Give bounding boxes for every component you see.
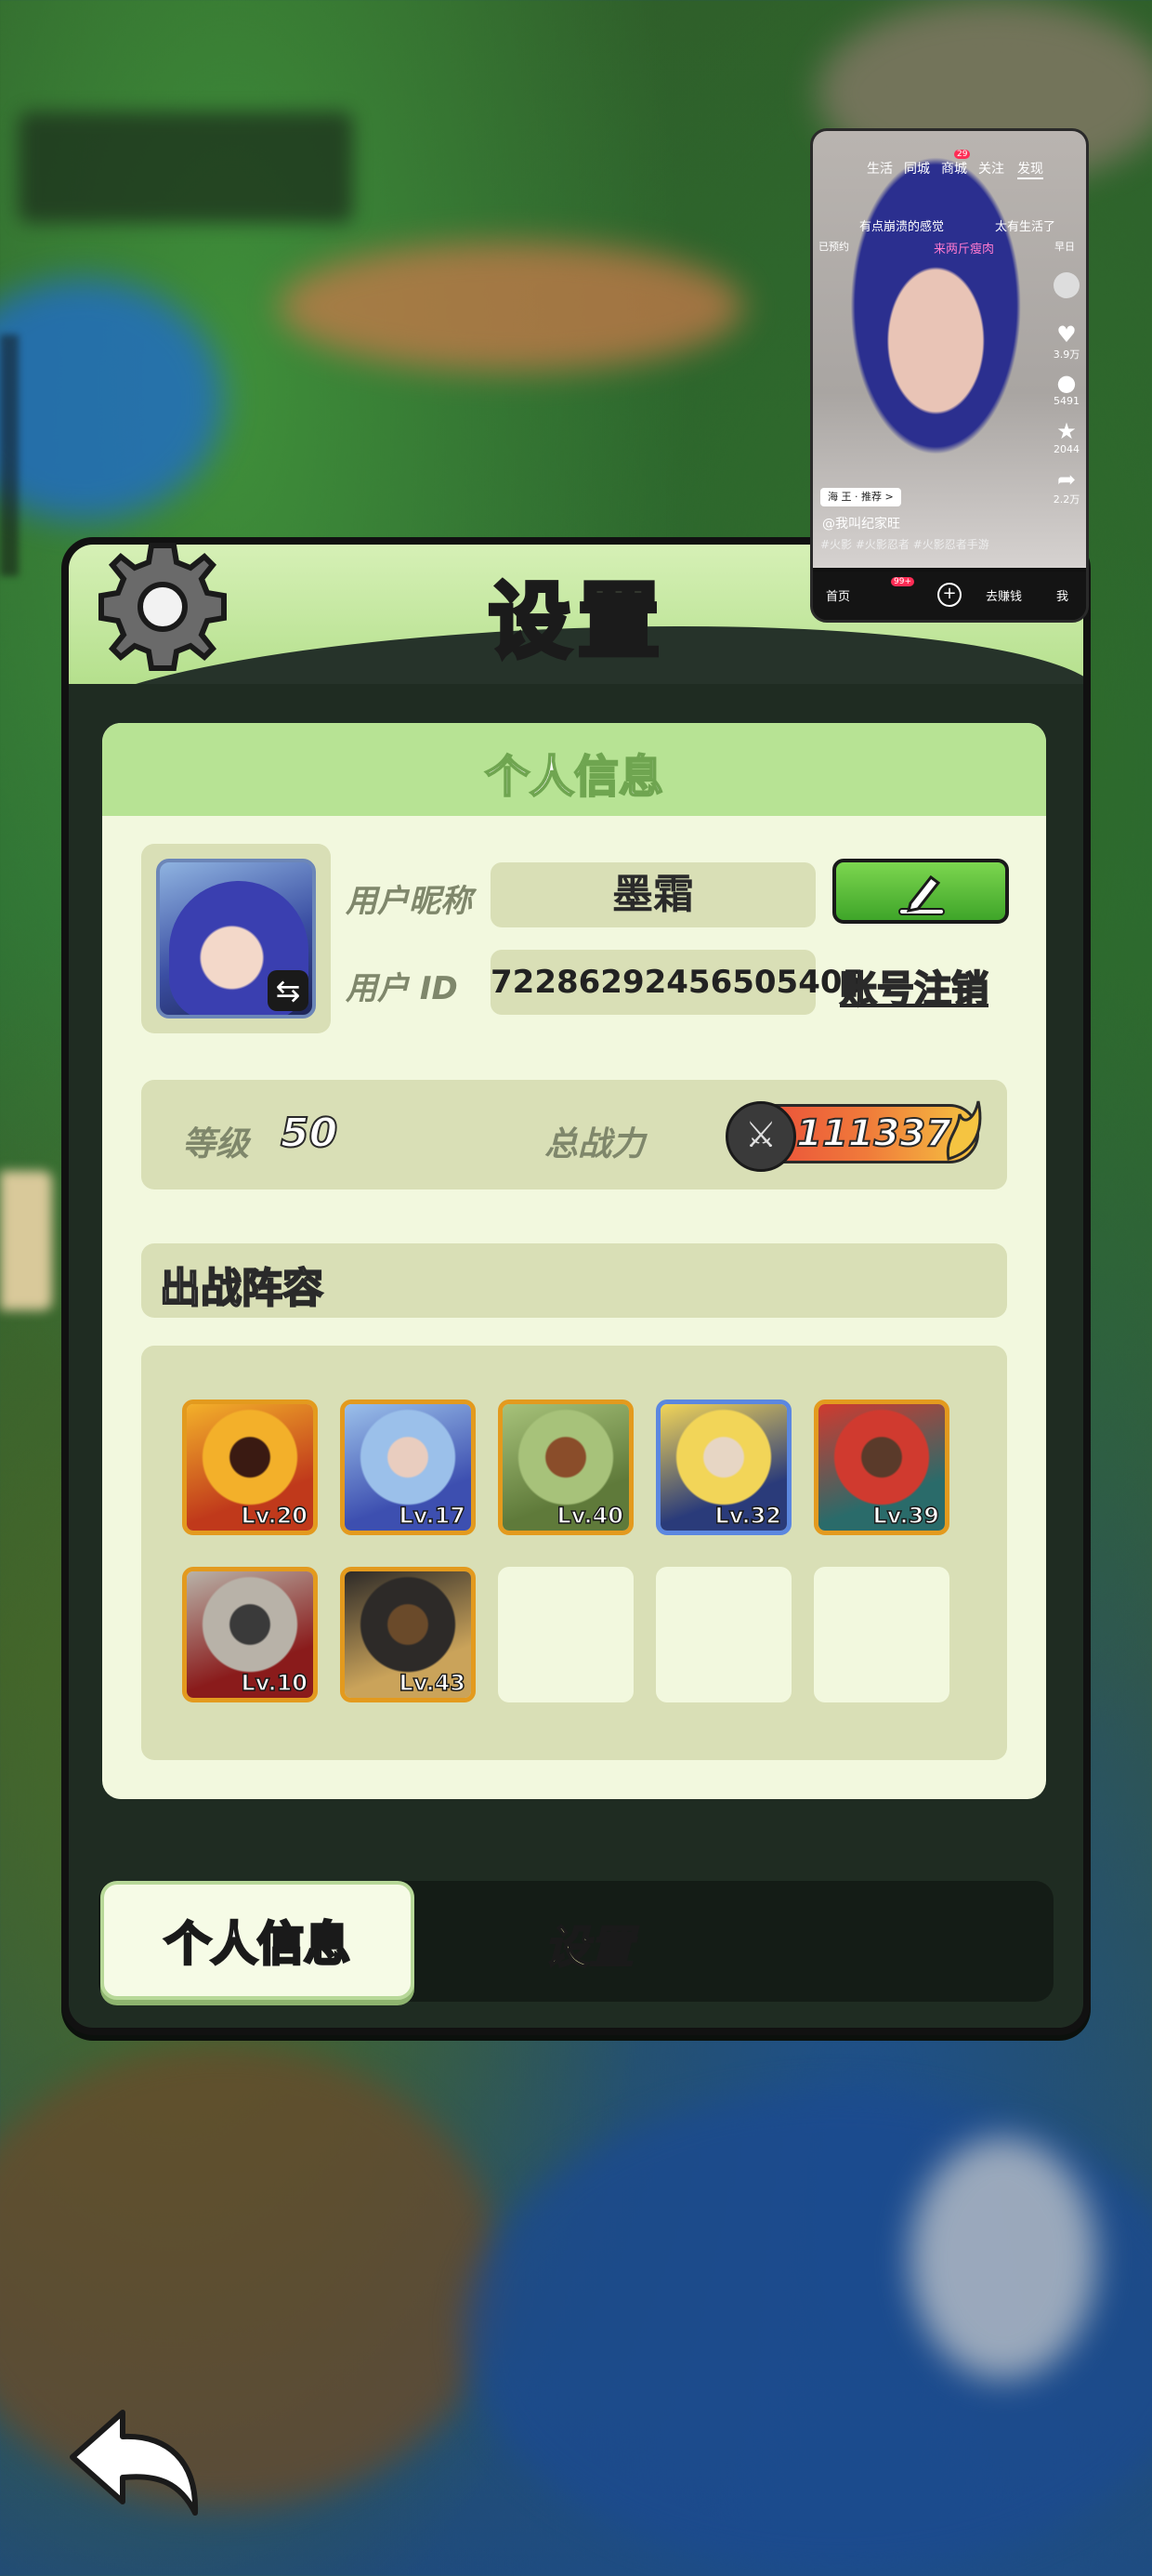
background-water [0,279,223,520]
avatar-box[interactable]: ⇆ [141,844,331,1033]
pip-hashtags[interactable]: #火影 #火影忍者 #火影忍者手游 [820,536,989,552]
pip-author-avatar[interactable] [1053,272,1080,298]
empty-hero-slot[interactable] [656,1567,792,1702]
hero-slot-6[interactable]: Lv.10 [182,1567,318,1702]
empty-hero-slot[interactable] [814,1567,949,1702]
hero-level: Lv.17 [399,1502,466,1530]
hero-level: Lv.43 [399,1669,466,1697]
star-icon: ★ [1056,418,1077,444]
hero-slot-2[interactable]: Lv.17 [340,1400,476,1535]
tab-profile-label: 个人信息 [164,1916,352,1973]
hero-slot-7[interactable]: Lv.43 [340,1567,476,1702]
pip-video-overlay[interactable]: 生活 同城 商城 关注 发现 29 有点崩溃的感觉 太有生活了 已预约 来两斤瘦肉 早日 … [810,128,1089,623]
lineup-title: 出战阵容 [159,1264,324,1313]
pip-caption-right-2: 早日 [1054,241,1075,253]
tab-profile[interactable]: 个人信息 [100,1881,414,2000]
hero-level: Lv.32 [714,1502,782,1530]
avatar[interactable]: ⇆ [156,859,316,1019]
tab-settings[interactable]: 设置 [543,1911,635,1976]
side-tab-left[interactable] [0,1171,52,1310]
heart-icon: ♥ [1056,322,1077,348]
pip-tab[interactable]: 同城 [904,159,930,177]
pip-reserved: 已预约 [818,241,849,253]
pip-tab[interactable]: 生活 [867,159,893,177]
nickname-field: 墨霜 [491,862,816,927]
nickname-label: 用户昵称 [346,883,472,920]
pip-like-button[interactable]: ♥ 3.9万 [1053,322,1080,361]
background-edge [0,335,19,576]
hero-level: Lv.10 [241,1669,308,1697]
pip-nav-home[interactable]: 首页 [826,586,850,604]
pip-tab[interactable]: 关注 [978,159,1004,177]
share-icon: ➦ [1056,467,1077,493]
hero-level: Lv.20 [241,1502,308,1530]
pip-share-button[interactable]: ➦ 2.2万 [1053,467,1080,506]
profile-section-title: 个人信息 [484,750,664,804]
cancel-account-link[interactable]: 账号注销 [839,959,989,1013]
dialog-title: 设置 [486,572,668,672]
hero-slot-4[interactable]: Lv.32 [656,1400,792,1535]
hero-level: Lv.39 [872,1502,940,1530]
level-label: 等级 [182,1125,250,1163]
comment-icon: ● [1056,370,1077,396]
background-houses [279,242,743,372]
stats-row: 等级 50 总战力 ⚔ 111337 [141,1080,1007,1189]
gear-icon [98,543,227,671]
hero-slot-3[interactable]: Lv.40 [498,1400,634,1535]
edit-nickname-button[interactable] [832,859,1009,924]
profile-card-header: 个人信息 [102,723,1046,816]
pip-nav-earn[interactable]: 去赚钱 [986,586,1022,604]
pip-tab[interactable]: 发现 [1017,159,1043,179]
lineup-panel: Lv.20 Lv.17 Lv.40 Lv.32 Lv.39 Lv.10 Lv.43 [141,1346,1007,1760]
swap-avatar-icon[interactable]: ⇆ [268,970,308,1011]
lineup-header: 出战阵容 [141,1243,1007,1318]
pip-tab-badge: 29 [954,150,971,159]
user-id-label: 用户 ID [346,970,458,1007]
profile-card: 个人信息 ⇆ 用户昵称 墨霜 用户 ID 72286292456505405 账… [102,723,1046,1799]
flame-icon [946,1100,982,1161]
hero-slot-5[interactable]: Lv.39 [814,1400,949,1535]
user-id-field: 72286292456505405 [491,950,864,1015]
hero-level: Lv.40 [556,1502,624,1530]
pip-nav-plus-icon[interactable]: + [937,583,962,607]
settings-dialog: 设置 个人信息 ⇆ 用户昵称 墨霜 用户 ID 7228629245650540… [61,537,1091,2035]
pip-comment-button[interactable]: ● 5491 [1053,371,1080,407]
pip-caption-left: 有点崩溃的感觉 [859,220,945,234]
pip-caption-right: 太有生活了 [995,220,1056,234]
background-statue [910,2137,1096,2379]
pip-caption-mid: 来两斤瘦肉 [934,243,995,256]
pip-nav-badge: 99+ [891,577,914,586]
power-value: 111337 [795,1111,952,1156]
pip-nav-me[interactable]: 我 [1056,586,1068,604]
power-label: 总战力 [544,1125,646,1163]
power-badge: ⚔ 111337 [726,1100,982,1172]
pencil-icon [898,874,945,915]
pip-like-count: 3.9万 [1053,348,1080,361]
pip-tag-pill[interactable]: 海 王 · 推荐 > [820,488,901,506]
hero-slot-1[interactable]: Lv.20 [182,1400,318,1535]
pip-tab[interactable]: 商城 [941,159,967,177]
pip-favorite-button[interactable]: ★ 2044 [1053,419,1080,455]
level-value: 50 [280,1109,338,1158]
pip-share-count: 2.2万 [1053,493,1080,506]
pip-author-name[interactable]: @我叫纪家旺 [822,514,900,532]
pip-comment-count: 5491 [1054,395,1080,407]
empty-hero-slot[interactable] [498,1567,634,1702]
pip-top-tabs: 生活 同城 商城 关注 发现 29 [813,150,1086,183]
crossed-swords-icon: ⚔ [726,1101,796,1172]
pip-favorite-count: 2044 [1054,443,1080,455]
back-arrow-icon[interactable] [65,2403,204,2524]
background-player-bar [19,112,353,223]
pip-bottom-nav: 首页 99+ + 去赚钱 我 [813,572,1086,620]
